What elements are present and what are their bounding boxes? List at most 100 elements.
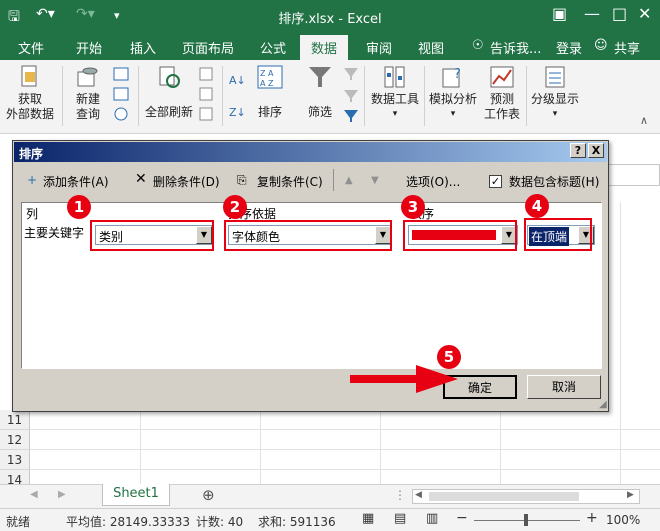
row-header-12[interactable]: 12 [0,430,30,450]
annotation-box [524,218,592,251]
status-ready: 就绪 [6,515,31,529]
copy-level-icon: ⎘ [237,173,247,187]
has-headers-checkbox[interactable]: ✓ [489,175,502,188]
ribbon-separator [138,66,139,126]
row-header-11[interactable]: 11 [0,410,30,430]
zoom-slider-thumb[interactable] [524,514,528,526]
tab-formulas[interactable]: 公式 [260,38,286,57]
data-tools-button[interactable]: 数据工具 ▾ [368,64,422,122]
get-external-data-button[interactable]: 获取 外部数据 [4,64,56,122]
new-query-button[interactable]: 新建 查询 [66,64,110,122]
scroll-right-icon[interactable]: ▶ [627,490,634,500]
zoom-level[interactable]: 100% [606,513,640,527]
refresh-all-button[interactable]: 全部刷新 [142,64,196,120]
tab-data[interactable]: 数据 [300,35,349,60]
svg-text:?: ? [454,67,461,82]
dropdown-caret-icon: ▾ [392,109,398,119]
status-bar: 就绪 平均值: 28149.33333 计数: 40 求和: 591136 ▦ … [0,508,660,531]
delete-level-icon: ✕ [135,171,147,187]
query-small-icons [113,67,129,121]
filter-label: 筛选 [307,105,332,119]
dropdown-caret-icon: ▾ [552,109,558,119]
prev-sheet-icon[interactable]: ◀ [30,489,38,500]
page-layout-view-icon[interactable]: ▤ [394,511,406,526]
zoom-out-icon[interactable]: − [456,510,468,526]
whatif-button[interactable]: ? 模拟分析 ▾ [426,64,480,122]
tab-review[interactable]: 审阅 [366,38,392,57]
dropdown-caret-icon: ▾ [450,109,456,119]
dialog-help-button[interactable]: ? [570,143,586,158]
copy-level-button[interactable]: 复制条件(C) [257,173,323,190]
scroll-left-icon[interactable]: ◀ [415,490,422,500]
data-tools-label: 数据工具 [370,92,419,106]
resize-grip-icon[interactable]: ◢ [599,399,607,410]
sort-button[interactable]: Z AA Z 排序 [252,64,288,120]
collapse-ribbon-icon[interactable]: ∧ [640,114,648,127]
minimize-icon[interactable]: — [584,4,600,23]
column-header-label: 列 [26,207,39,221]
scrollbar-thumb[interactable] [429,492,579,501]
tab-file[interactable]: 文件 [18,38,44,57]
horizontal-scrollbar[interactable]: ◀ ▶ [412,489,640,504]
move-up-icon[interactable]: ▲ [345,175,353,186]
whatif-icon: ? [442,67,461,88]
annotation-box [90,220,214,251]
ribbon-tabs: 文件 开始 插入 页面布局 公式 数据 审阅 视图 ☉ 告诉我... 登录 ☺ … [0,32,660,60]
add-sheet-icon[interactable]: ⊕ [202,486,215,504]
filter-small-icons [344,68,358,122]
svg-text:Z A: Z A [260,69,274,78]
share-button[interactable]: 共享 [614,38,640,57]
sheet-tab-sheet1[interactable]: Sheet1 [102,484,170,506]
connection-small-icons [199,67,213,121]
zoom-in-icon[interactable]: + [586,510,598,526]
table-row[interactable] [30,410,660,430]
outline-icon [545,66,565,88]
ribbon-separator [424,66,425,126]
tellme-icon[interactable]: ☉ [472,38,484,53]
title-bar: 🖫 ↶▾ ↷▾ ▾ 排序.xlsx - Excel ▣ — □ ✕ [0,0,660,32]
close-window-icon[interactable]: ✕ [638,4,651,23]
svg-text:Z↓: Z↓ [229,106,246,119]
forecast-sheet-button[interactable]: 预测 工作表 [482,64,522,122]
whatif-label: 模拟分析 [428,92,477,106]
options-button[interactable]: 选项(O)... [406,173,460,190]
share-icon[interactable]: ☺ [594,38,608,53]
filter-button[interactable]: 筛选 [300,64,340,120]
tab-view[interactable]: 视图 [418,38,444,57]
ribbon-display-icon[interactable]: ▣ [552,4,567,23]
outline-button[interactable]: 分级显示 ▾ [528,64,582,122]
table-row[interactable] [30,450,660,470]
next-sheet-icon[interactable]: ▶ [58,489,66,500]
add-level-icon: + [27,173,38,187]
tellme-box[interactable]: 告诉我... [490,38,541,57]
tab-home[interactable]: 开始 [76,38,102,57]
move-down-icon[interactable]: ▼ [371,175,379,186]
formula-bar[interactable] [600,164,660,186]
filter-icon [309,67,331,87]
refresh-all-label: 全部刷新 [144,105,193,119]
table-row[interactable] [30,430,660,450]
delete-level-button[interactable]: 删除条件(D) [153,173,220,190]
annotation-badge: 4 [525,194,549,218]
tab-page-layout[interactable]: 页面布局 [182,38,234,57]
ribbon-data: 获取 外部数据 新建 查询 全部刷新 A↓ Z↓ Z AA Z 排序 筛选 数据工… [0,60,660,134]
tab-insert[interactable]: 插入 [130,38,156,57]
normal-view-icon[interactable]: ▦ [362,511,374,526]
primary-key-label: 主要关键字 [24,226,85,240]
forecast-label-1: 预测 [489,92,514,106]
annotation-box [224,220,392,251]
add-level-button[interactable]: 添加条件(A) [43,173,109,190]
row-header-13[interactable]: 13 [0,450,30,470]
annotation-badge: 3 [401,195,425,219]
signin-link[interactable]: 登录 [556,38,582,57]
dialog-title-bar: 排序 [14,142,607,162]
maximize-icon[interactable]: □ [612,4,627,23]
page-break-view-icon[interactable]: ▥ [426,511,438,526]
forecast-icon [490,66,514,88]
toolbar-separator [333,169,334,191]
split-handle-icon[interactable]: ⋮ [394,488,406,502]
sort-az-icon[interactable]: A↓ Z↓ [228,68,250,124]
status-sum: 求和: 591136 [258,515,336,529]
cancel-button[interactable]: 取消 [527,375,601,399]
dialog-close-button[interactable]: X [588,143,604,158]
